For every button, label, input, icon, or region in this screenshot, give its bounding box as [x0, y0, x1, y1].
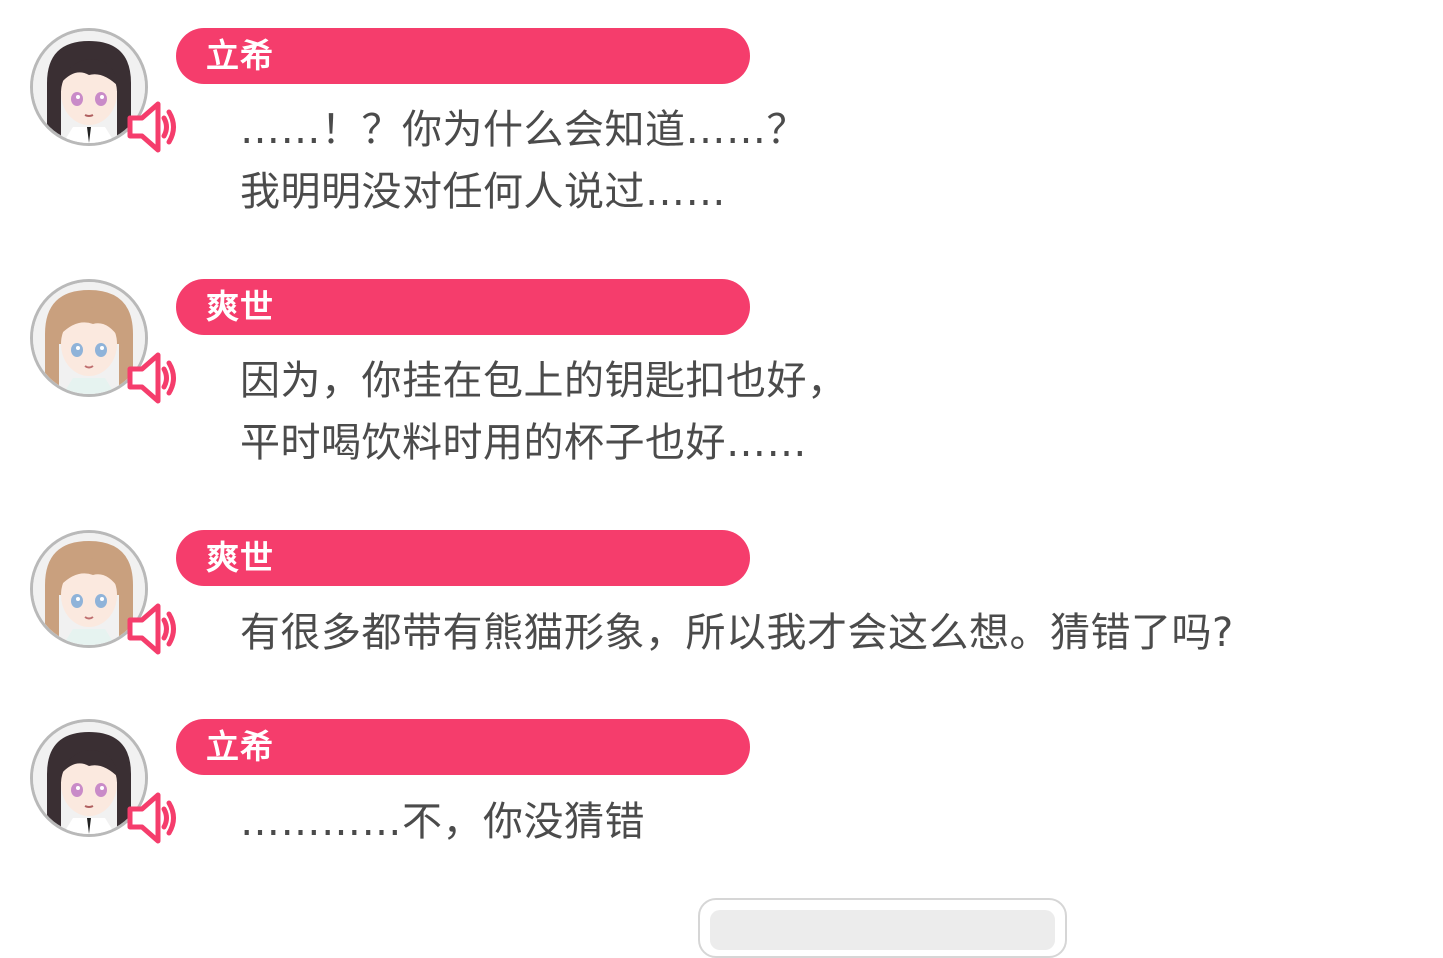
speaker-icon[interactable] — [122, 600, 180, 658]
speaker-name: 立希 — [176, 719, 750, 775]
dialogue-line-2: 平时喝饮料时用的杯子也好…… — [240, 420, 807, 466]
speaker-name: 爽世 — [176, 279, 750, 335]
dialogue-line-2: 我明明没对任何人说过…… — [240, 169, 726, 215]
speaker-name: 爽世 — [176, 530, 750, 586]
dialogue-line-1: …………不，你没猜错 — [240, 799, 645, 845]
speaker-icon[interactable] — [122, 349, 180, 407]
bottom-panel-inner — [710, 910, 1055, 950]
speaker-icon[interactable] — [122, 98, 180, 156]
dialogue-line-1: 因为，你挂在包上的钥匙扣也好， — [240, 358, 848, 404]
speaker-icon[interactable] — [122, 789, 180, 847]
dialogue-line-1: ……！？你为什么会知道……？ — [240, 107, 807, 153]
dialogue-line-1: 有很多都带有熊猫形象，所以我才会这么想。猜错了吗? — [240, 610, 1234, 656]
bottom-panel[interactable] — [698, 898, 1067, 958]
speaker-name: 立希 — [176, 28, 750, 84]
